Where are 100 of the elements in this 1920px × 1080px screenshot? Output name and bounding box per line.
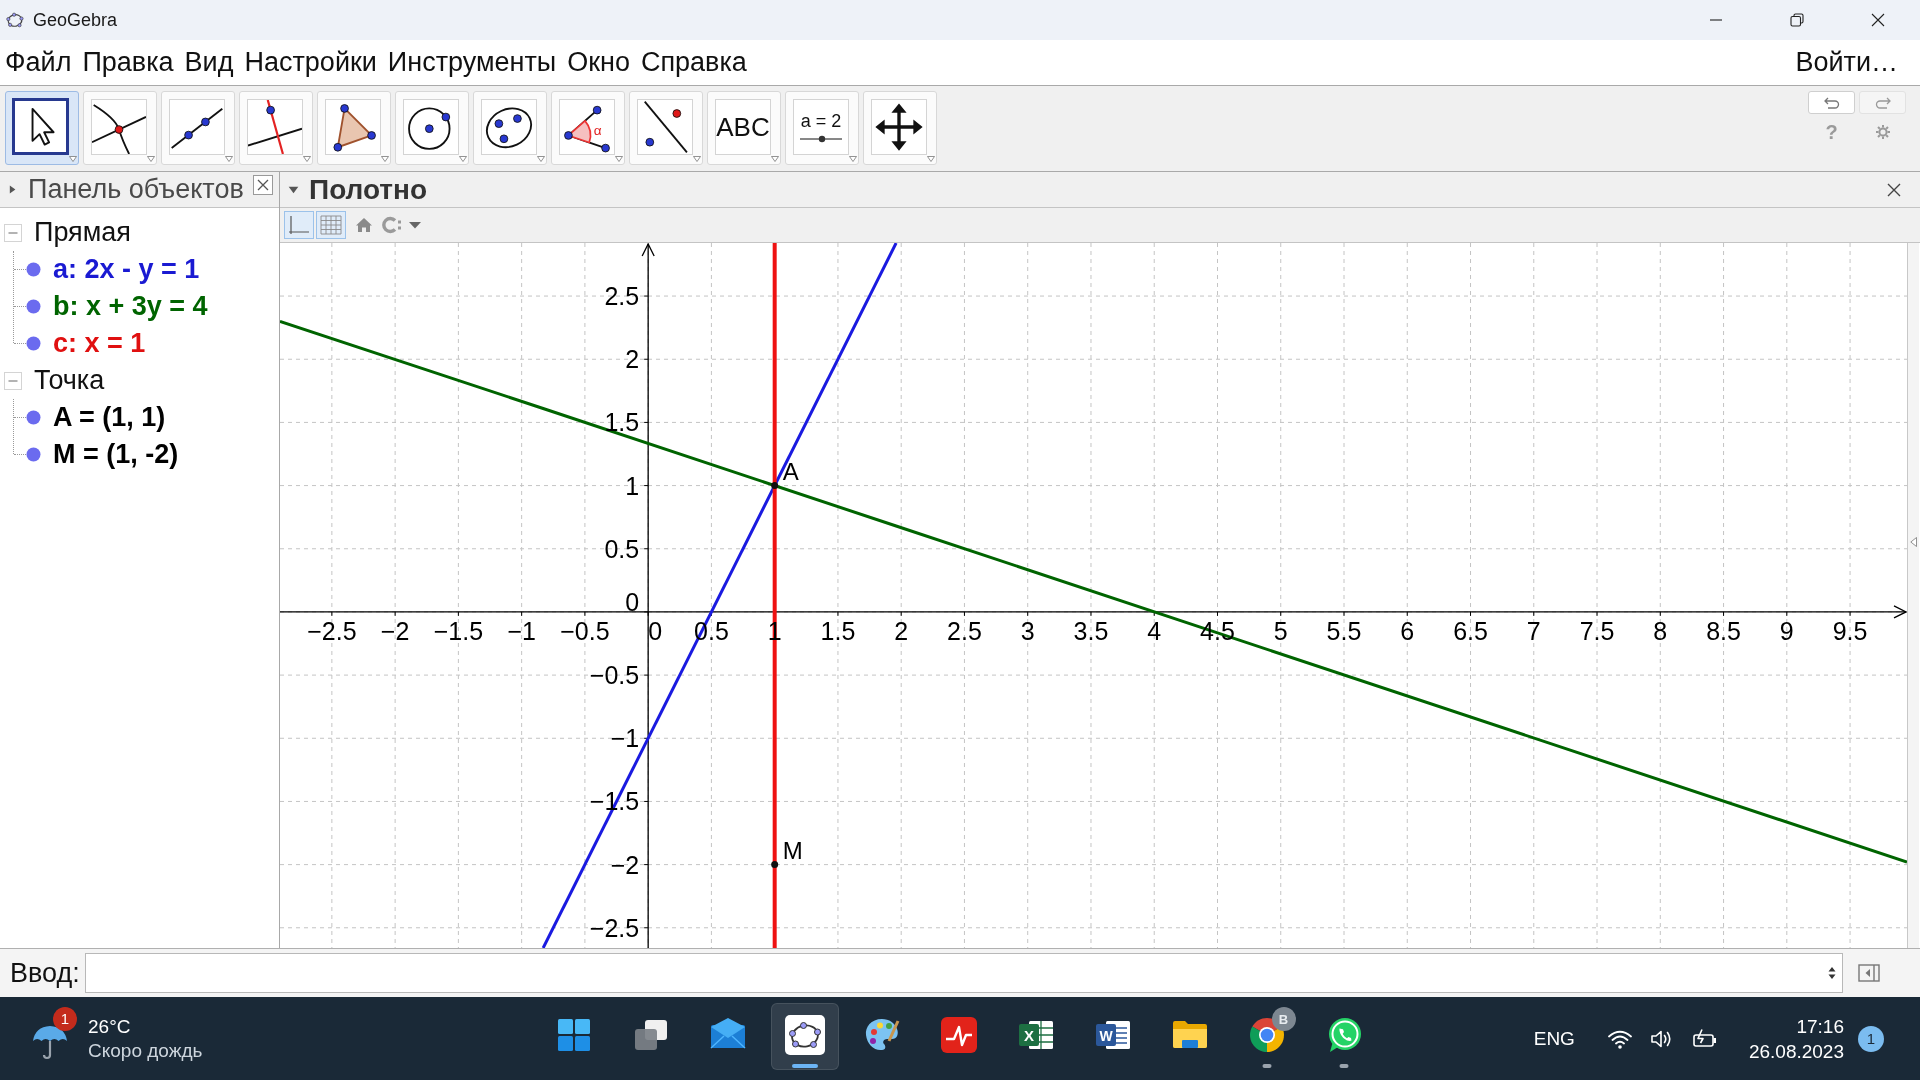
object-item[interactable]: b: x + 3y = 4 [53,293,208,320]
window-title: GeoGebra [33,11,118,29]
app-logo-icon [6,11,24,29]
object-item[interactable]: M = (1, -2) [53,441,179,468]
perpendicular-lines-icon [247,99,303,155]
dropdown-triangle-icon [381,156,389,162]
profile-badge: B [1271,1007,1296,1031]
tick-label: 1.5 [820,616,856,645]
grid-toggle[interactable] [316,211,346,239]
category-label[interactable]: Прямая [34,219,131,246]
caret-icon[interactable] [9,184,17,195]
tick-label: 7 [1526,616,1541,645]
tick-label: 0 [648,616,663,645]
zigzag-tile-icon [938,1014,979,1055]
visibility-dot-icon[interactable] [26,336,41,351]
tool-button[interactable]: a = 2 [785,91,859,165]
battery-plug-icon[interactable] [1690,1027,1719,1050]
slider-track-icon [799,134,843,143]
tick-label: 4 [1147,616,1162,645]
tool-button[interactable] [5,91,79,165]
tool-button[interactable]: α [551,91,625,165]
angle-icon: α [559,99,615,155]
tick-label: 5 [1273,616,1288,645]
dropdown-triangle-icon [849,156,857,162]
tool-button[interactable] [863,91,937,165]
tick-label: 7.5 [1579,616,1615,645]
close-button[interactable] [253,175,273,195]
tick-label: 2.5 [947,616,982,645]
tool-button[interactable] [161,91,235,165]
menu-item[interactable]: Файл [5,49,72,76]
point-label: A [782,457,799,485]
grid-icon [320,215,342,235]
notification-badge[interactable]: 1 [1858,1025,1884,1052]
tick-label: 2.5 [604,282,640,311]
tool-button[interactable] [395,91,469,165]
home-icon [355,217,373,233]
input-field[interactable] [84,953,1843,993]
menu-item[interactable]: Правка [82,49,174,76]
ellipse-points-icon [481,99,537,155]
tool-button[interactable] [473,91,547,165]
panel-title: Полотно [309,175,428,204]
up-down-arrows-icon[interactable] [1827,966,1836,980]
dropdown-triangle-icon [69,156,77,162]
tick-label: −1.5 [433,616,484,645]
tool-button[interactable] [317,91,391,165]
login-link[interactable]: Войти… [1795,49,1898,76]
undo-icon [1822,95,1841,110]
tool-button[interactable] [83,91,157,165]
language-indicator[interactable]: ENG [1533,1029,1575,1048]
tick-label: 1 [625,471,640,500]
tick-label: −2.5 [589,913,640,942]
tick-label: 8 [1653,616,1668,645]
caret-icon[interactable] [288,185,299,194]
undo-button[interactable] [1808,91,1855,114]
menu-item[interactable]: Окно [567,49,630,76]
close-icon [1887,182,1901,197]
point-marker[interactable] [771,861,779,869]
line-dots-icon [637,99,693,155]
category-label[interactable]: Точка [34,367,105,394]
taskbar-app[interactable]: W [1078,1003,1147,1070]
ellipse-dots-icon [784,1014,825,1055]
tick-label: 8.5 [1706,616,1741,645]
visibility-dot-icon[interactable] [26,299,41,314]
tool-button[interactable]: ABC [707,91,781,165]
object-item[interactable]: a: 2x - y = 1 [53,256,200,283]
visibility-dot-icon[interactable] [26,447,41,462]
collapse-arrow-icon[interactable] [1910,537,1917,547]
circle-center-point-icon [403,99,459,155]
menu-item[interactable]: Справка [640,49,747,76]
close-icon [257,179,269,191]
object-item[interactable]: A = (1, 1) [53,404,166,431]
menu-item[interactable]: Вид [184,49,234,76]
menu-item[interactable]: Инструменты [387,49,557,76]
dropdown-triangle-icon [693,156,701,162]
redo-icon [1873,95,1892,110]
menu-item[interactable]: Настройки [244,49,377,76]
line-through-points-icon [169,99,225,155]
tick-label: 2 [625,345,640,374]
tick-label: −2 [380,616,410,645]
visibility-dot-icon[interactable] [26,262,41,277]
taskbar-app[interactable]: X [1001,1003,1070,1070]
input-label: Ввод: [10,959,80,987]
point-label: M [782,836,803,864]
clock[interactable]: 17:16 26.08.2023 [1748,1016,1844,1061]
axes-toggle[interactable] [284,211,314,239]
panel-toggle-icon[interactable] [1857,964,1880,982]
notification-badge: 1 [53,1006,77,1031]
tick-label: −0.5 [589,661,640,690]
visibility-dot-icon[interactable] [26,410,41,425]
tick-label: 3 [1020,616,1035,645]
point-marker[interactable] [771,482,779,490]
tick-label: 6 [1400,616,1415,645]
tick-label: 0 [625,588,640,617]
tool-button[interactable] [239,91,313,165]
taskbar-app[interactable] [770,1003,839,1070]
restore-icon [1789,13,1804,27]
crossing-curves-icon [91,99,147,155]
tick-label: 3.5 [1073,616,1109,645]
object-item[interactable]: c: x = 1 [53,330,146,357]
tool-button[interactable] [629,91,703,165]
